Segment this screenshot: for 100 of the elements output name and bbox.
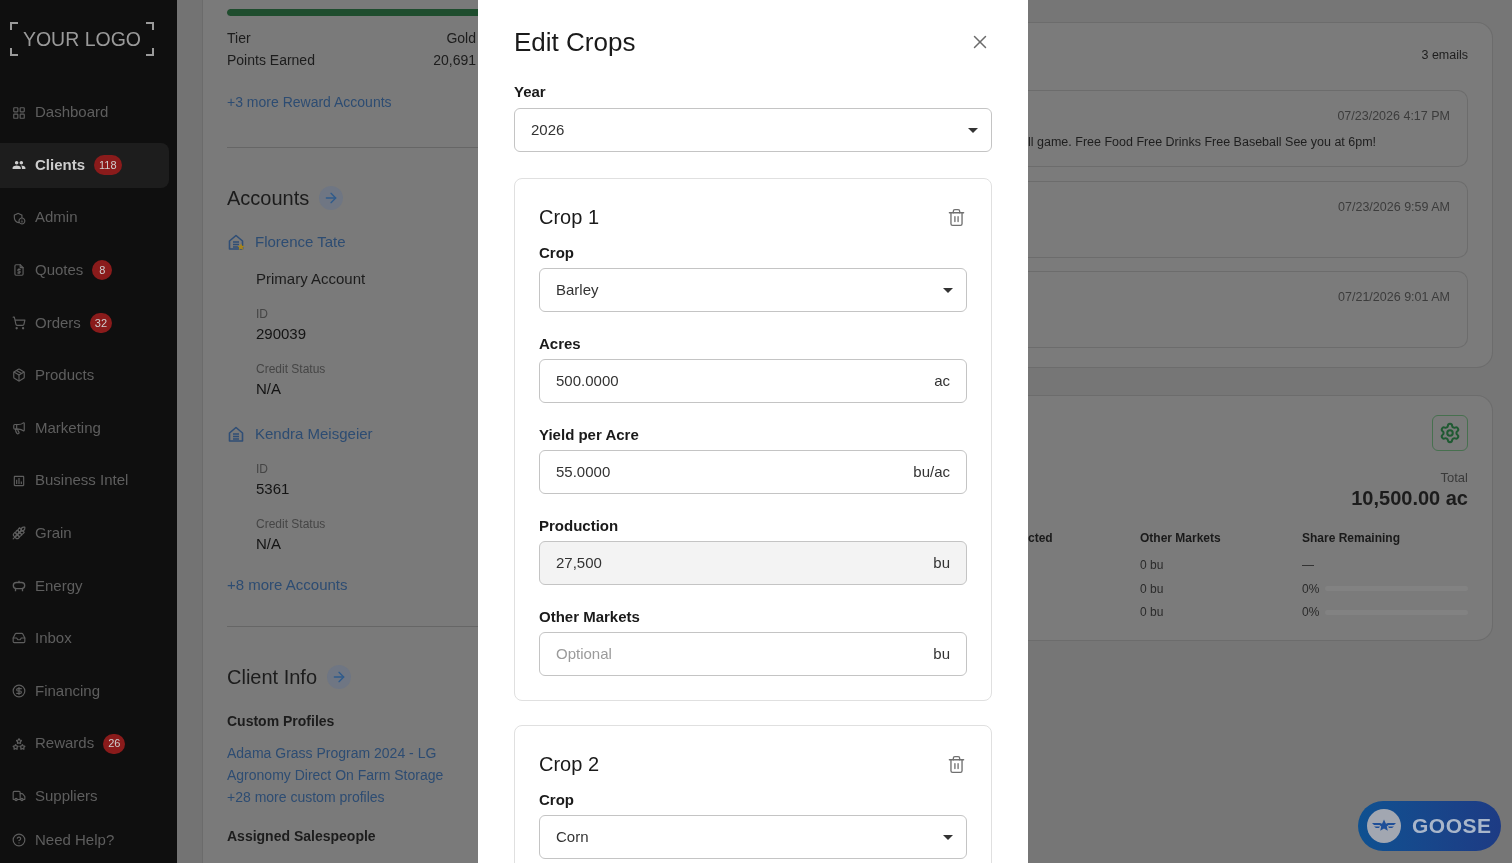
- field-value: N/A: [256, 534, 281, 554]
- settings-icon: [1439, 422, 1461, 444]
- trash-icon: [946, 754, 966, 774]
- box-icon: [12, 368, 26, 383]
- input-field[interactable]: Optional bu: [539, 632, 967, 676]
- table-cell-text: 0%: [1302, 580, 1321, 597]
- field-label: Year: [514, 83, 546, 100]
- email-date: 07/21/2026 9:01 AM: [1338, 289, 1450, 305]
- nav-item[interactable]: Business Intel: [0, 458, 169, 504]
- nav-item[interactable]: Products: [0, 352, 169, 398]
- caret-icon: [943, 287, 953, 293]
- count-badge: 118: [94, 155, 122, 176]
- column-header: Other Markets: [1140, 531, 1221, 545]
- table-cell: 0 bu: [1140, 605, 1164, 619]
- field-value: 290039: [256, 324, 307, 344]
- nav-item[interactable]: Dashboard: [0, 90, 169, 135]
- crop-select[interactable]: Corn: [539, 815, 967, 859]
- dialog-title: Edit Crops: [514, 25, 636, 59]
- caret-icon: [968, 127, 978, 133]
- email-item[interactable]: 07/23/2026 9:59 AM: [1028, 180, 1468, 258]
- info-label: Points Earned: [227, 51, 315, 70]
- more-link[interactable]: +8 more Accounts: [227, 576, 348, 593]
- email-count: 3 emails: [1421, 47, 1468, 63]
- total-value: 10,500.00 ac: [1351, 486, 1468, 510]
- nav-item[interactable]: Admin: [0, 195, 169, 241]
- wheat-icon: [12, 526, 26, 541]
- account-link[interactable]: Kendra Meisgeier: [255, 423, 373, 445]
- shield-gear-icon: [12, 210, 26, 225]
- bar-chart-icon: [12, 473, 26, 488]
- nav-item[interactable]: Rewards 26: [0, 721, 169, 767]
- nav-item[interactable]: Suppliers: [0, 773, 169, 819]
- logo-corner-icon: [146, 48, 154, 56]
- truck-icon: [12, 789, 26, 804]
- inbox-icon: [12, 631, 26, 646]
- info-value: Gold: [446, 29, 476, 48]
- email-item[interactable]: 07/23/2026 4:17 PM ll game. Free Food Free Drinks Free Baseball See you at 6pm!: [1028, 90, 1468, 167]
- unit-label: bu: [933, 552, 950, 573]
- value-input[interactable]: 55.0000: [556, 460, 906, 484]
- field-label: Yield per Acre: [539, 426, 639, 443]
- more-link[interactable]: +3 more Reward Accounts: [227, 94, 392, 110]
- crop-title: Crop 1: [539, 205, 600, 230]
- nav-item[interactable]: Need Help?: [0, 826, 169, 855]
- nav-item[interactable]: Quotes 8: [0, 247, 169, 293]
- logo-text: YOUR LOGO: [22, 27, 142, 52]
- caret-icon: [943, 834, 953, 840]
- grid-icon: [12, 105, 26, 120]
- profile-link[interactable]: Adama Grass Program 2024 - LG: [227, 745, 437, 761]
- unit-label: bu/ac: [913, 461, 950, 482]
- field-label: Crop: [539, 791, 574, 808]
- field-label: Acres: [539, 335, 581, 352]
- email-date: 07/23/2026 4:17 PM: [1337, 108, 1450, 124]
- nav-item[interactable]: Financing: [0, 668, 169, 714]
- table-cell-text: —: [1302, 557, 1315, 573]
- unit-label: bu: [933, 643, 950, 664]
- nav-item[interactable]: Marketing: [0, 405, 169, 451]
- assistant-button[interactable]: GOOSE: [1358, 801, 1501, 851]
- document-dollar-icon: [12, 263, 26, 278]
- value-input[interactable]: Optional: [556, 642, 926, 666]
- field-value: 5361: [256, 479, 290, 499]
- megaphone-icon: [12, 421, 26, 436]
- account-link[interactable]: Florence Tate: [255, 231, 346, 253]
- count-badge: 8: [92, 260, 113, 281]
- section-heading: Client Info: [227, 665, 318, 690]
- input-field[interactable]: 500.0000 ac: [539, 359, 967, 403]
- nav-item[interactable]: Clients 118: [0, 142, 169, 188]
- nav-item[interactable]: Inbox: [0, 615, 169, 661]
- crop-title: Crop 2: [539, 752, 600, 777]
- nav-item[interactable]: Orders 32: [0, 300, 169, 346]
- input-field[interactable]: 55.0000 bu/ac: [539, 450, 967, 494]
- email-date: 07/23/2026 9:59 AM: [1338, 198, 1450, 215]
- email-preview: ll game. Free Food Free Drinks Free Baseball See you at 6pm!: [1028, 135, 1377, 149]
- info-label: Tier: [227, 29, 251, 48]
- nav-item[interactable]: Grain: [0, 510, 169, 556]
- email-item[interactable]: 07/21/2026 9:01 AM: [1028, 271, 1468, 348]
- logo-corner-icon: [146, 22, 154, 30]
- field-value: N/A: [256, 379, 281, 399]
- unit-label: ac: [934, 370, 950, 391]
- stars-icon: [12, 736, 26, 751]
- value-input[interactable]: 500.0000: [556, 369, 927, 393]
- info-value: 20,691: [433, 51, 476, 70]
- table-cell: 0 bu: [1140, 581, 1164, 596]
- logo-corner-icon: [10, 22, 18, 30]
- field-label: Production: [539, 517, 619, 534]
- count-badge: 26: [103, 733, 126, 754]
- column-header: cted: [1028, 531, 1053, 545]
- crop-select[interactable]: Barley: [539, 268, 967, 312]
- dollar-circle-icon: [12, 684, 26, 699]
- table-cell-text: 0%: [1302, 604, 1321, 620]
- trash-icon: [946, 207, 966, 227]
- profile-link[interactable]: Agronomy Direct On Farm Storage: [227, 767, 444, 783]
- help-icon: [12, 833, 26, 848]
- total-label: Total: [1440, 470, 1468, 486]
- profile-link[interactable]: +28 more custom profiles: [227, 789, 385, 805]
- subsection-heading: Assigned Salespeople: [227, 828, 376, 844]
- logo-corner-icon: [10, 48, 18, 56]
- nav-item[interactable]: Energy: [0, 563, 169, 609]
- column-header: Share Remaining: [1302, 531, 1401, 545]
- year-select[interactable]: 2026: [514, 108, 992, 152]
- account-note: Primary Account: [256, 270, 366, 287]
- subsection-heading: Custom Profiles: [227, 713, 335, 729]
